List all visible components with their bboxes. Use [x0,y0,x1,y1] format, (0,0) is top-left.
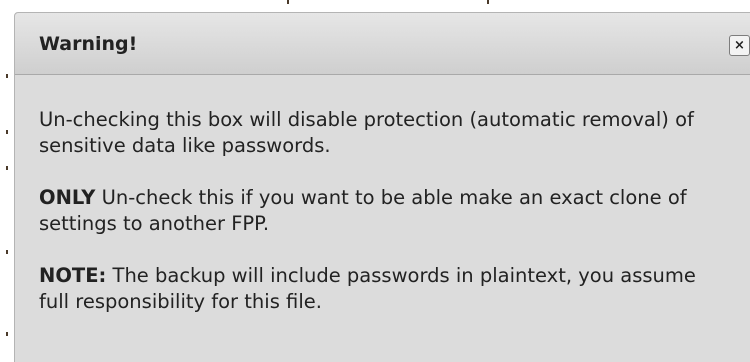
dialog-titlebar[interactable]: Warning! × [15,13,750,75]
close-button[interactable]: × [729,35,750,56]
background-edge-mark [6,166,8,170]
warning-dialog: Warning! × Un-checking this box will dis… [14,12,750,362]
background-divider-mark [487,0,489,4]
dialog-content: Un-checking this box will disable protec… [39,107,719,341]
background-edge-mark [6,250,8,254]
background-edge-mark [6,74,8,78]
warning-paragraph-note: NOTE: The backup will include passwords … [39,263,719,315]
paragraph-lead-only: ONLY [39,186,96,209]
warning-paragraph-only: ONLY Un-check this if you want to be abl… [39,185,719,237]
dialog-title: Warning! [39,33,138,55]
warning-paragraph-protection: Un-checking this box will disable protec… [39,107,719,159]
background-divider-mark [287,0,289,4]
page: Warning! × Un-checking this box will dis… [0,0,750,362]
background-edge-mark [6,130,8,134]
paragraph-text: Un-checking this box will disable protec… [39,108,694,157]
paragraph-lead-note: NOTE: [39,264,107,287]
background-edge-mark [6,332,8,336]
paragraph-text: The backup will include passwords in pla… [39,264,696,313]
paragraph-text: Un-check this if you want to be able mak… [39,186,687,235]
close-icon: × [734,38,745,53]
